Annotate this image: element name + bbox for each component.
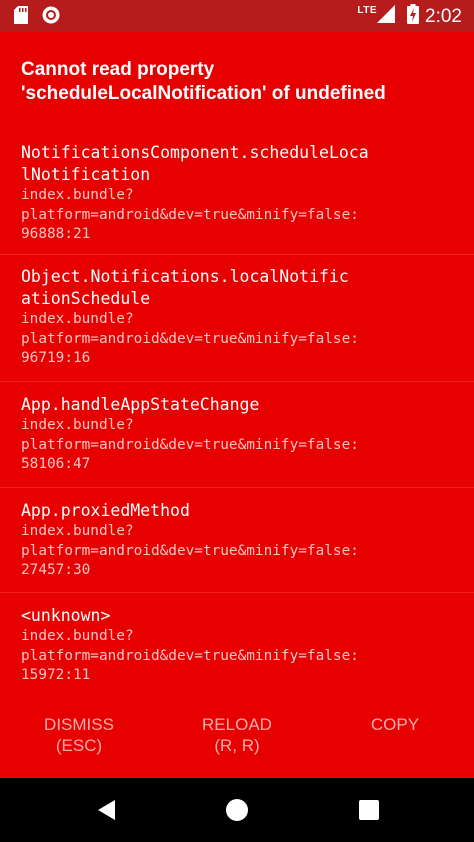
- frame-method: ationSchedule: [21, 289, 151, 308]
- frame-method: Object.Notifications.localNotific: [21, 267, 349, 286]
- back-icon[interactable]: [95, 798, 119, 822]
- frame-file: index.bundle?: [21, 523, 134, 539]
- error-message-line-1: Cannot read property: [21, 59, 215, 80]
- error-message-line-2: 'scheduleLocalNotification' of undefined: [21, 83, 386, 104]
- reload-label: RELOAD: [202, 715, 272, 734]
- dismiss-label: DISMISS: [44, 715, 114, 734]
- home-icon[interactable]: [225, 798, 249, 822]
- action-buttons: DISMISS (ESC) RELOAD (R, R) COPY: [0, 714, 474, 774]
- frame-method: lNotification: [21, 165, 151, 184]
- lte-signal-icon: [377, 5, 396, 28]
- frame-method: <unknown>: [21, 606, 111, 625]
- stack-frame[interactable]: App.handleAppStateChange index.bundle? p…: [0, 382, 474, 488]
- frame-file: index.bundle?: [21, 628, 134, 644]
- frame-params: platform=android&dev=true&minify=false:: [21, 436, 359, 453]
- battery-charging-icon: [401, 4, 420, 29]
- frame-position: 58106:47: [21, 456, 91, 472]
- error-message: Cannot read property 'scheduleLocalNotif…: [21, 58, 461, 106]
- frame-position: 27457:30: [21, 562, 91, 578]
- network-type-label: LTE: [357, 5, 378, 16]
- reload-button[interactable]: RELOAD (R, R): [167, 714, 307, 756]
- frame-file: index.bundle?: [21, 417, 134, 433]
- navigation-bar: [0, 778, 474, 842]
- frame-position: 96719:16: [21, 350, 91, 366]
- redbox-error-panel: Cannot read property 'scheduleLocalNotif…: [0, 32, 474, 778]
- frame-file: index.bundle?: [21, 187, 134, 203]
- status-bar-left: [14, 6, 60, 24]
- frame-params: platform=android&dev=true&minify=false:: [21, 330, 359, 347]
- copy-button[interactable]: COPY: [325, 714, 465, 735]
- stack-frame[interactable]: NotificationsComponent.scheduleLoca lNot…: [0, 138, 474, 255]
- frame-params: platform=android&dev=true&minify=false:: [21, 542, 359, 559]
- frame-position: 15972:11: [21, 667, 91, 683]
- dismiss-shortcut: (ESC): [55, 736, 103, 755]
- frame-file: index.bundle?: [21, 311, 134, 327]
- sd-card-icon: [14, 6, 28, 24]
- circle-app-icon: [42, 6, 60, 24]
- status-bar-right: LTE 2:02: [357, 4, 462, 29]
- copy-label: COPY: [370, 715, 420, 734]
- frame-method: App.handleAppStateChange: [21, 395, 260, 414]
- frame-params: platform=android&dev=true&minify=false:: [21, 206, 359, 223]
- reload-shortcut: (R, R): [214, 736, 260, 755]
- stack-frame[interactable]: <unknown> index.bundle? platform=android…: [0, 593, 474, 693]
- stack-frame[interactable]: App.proxiedMethod index.bundle? platform…: [0, 488, 474, 593]
- frame-method: App.proxiedMethod: [21, 501, 190, 520]
- recent-apps-icon[interactable]: [358, 799, 380, 821]
- status-bar: LTE 2:02: [0, 0, 474, 32]
- frame-params: platform=android&dev=true&minify=false:: [21, 647, 359, 664]
- clock: 2:02: [425, 5, 462, 27]
- stack-trace: NotificationsComponent.scheduleLoca lNot…: [0, 138, 474, 693]
- stack-frame[interactable]: Object.Notifications.localNotific ationS…: [0, 255, 474, 382]
- frame-position: 96888:21: [21, 226, 91, 242]
- frame-method: NotificationsComponent.scheduleLoca: [21, 143, 369, 162]
- dismiss-button[interactable]: DISMISS (ESC): [9, 714, 149, 756]
